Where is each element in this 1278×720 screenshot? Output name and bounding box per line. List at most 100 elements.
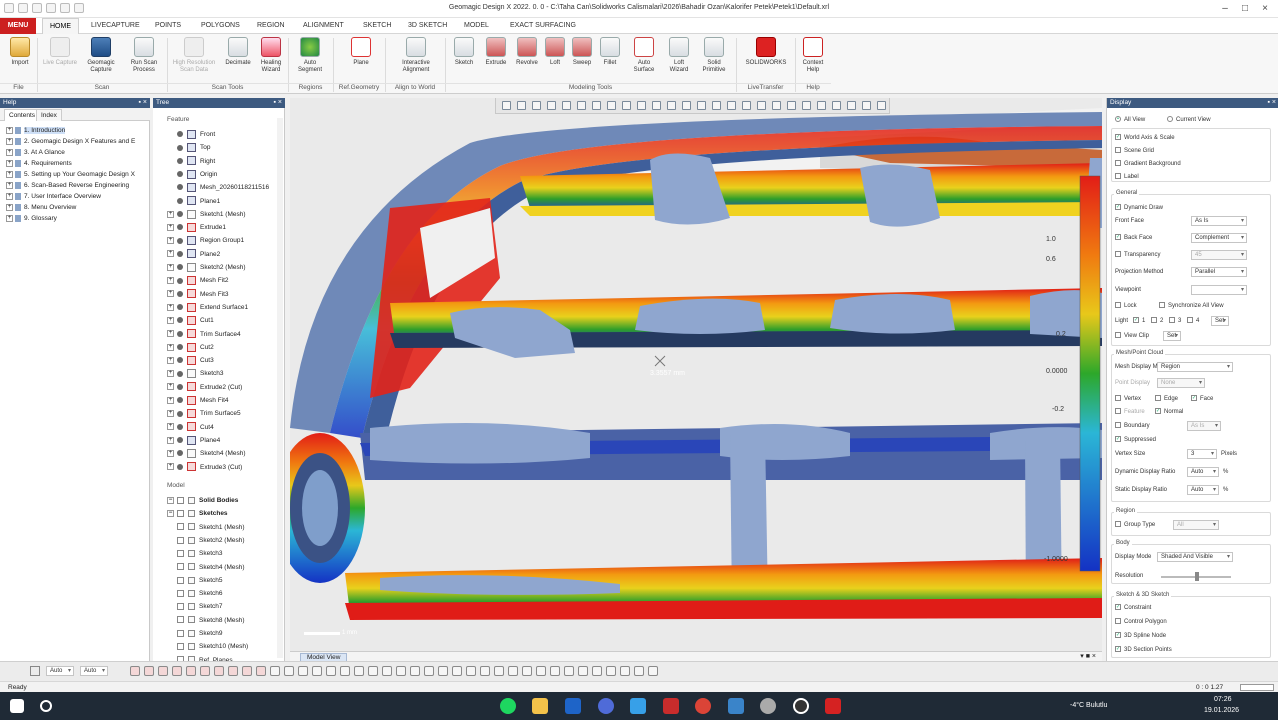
visibility-icon[interactable] — [177, 423, 183, 430]
selection-filter-icon[interactable] — [298, 666, 308, 676]
tab-model-view[interactable]: Model View — [300, 653, 348, 661]
tree-feature-item[interactable]: + Sketch1 (Mesh) — [167, 209, 246, 220]
expand-icon[interactable]: + — [167, 370, 174, 378]
vertex-checkbox[interactable]: Vertex — [1115, 395, 1141, 404]
static-ratio-select[interactable]: Auto — [1187, 485, 1219, 495]
selection-filter-icon[interactable] — [200, 666, 210, 676]
solidworks-button[interactable]: SOLIDWORKS — [740, 37, 792, 83]
selection-filter-icon[interactable] — [452, 666, 462, 676]
auto-select-1[interactable]: Auto — [46, 666, 74, 676]
selection-filter-icon[interactable] — [382, 666, 392, 676]
model-tree-item[interactable]: − Solid Bodies — [167, 495, 238, 506]
model-tree-item[interactable]: Sketch10 (Mesh) — [177, 641, 248, 652]
selection-filter-icon[interactable] — [368, 666, 378, 676]
mesh-mode-select[interactable]: Region — [1157, 362, 1233, 372]
app-icon[interactable] — [793, 698, 809, 714]
plane-button[interactable]: Plane — [344, 37, 378, 83]
tree-feature-item[interactable]: Front — [167, 129, 215, 140]
selection-filter-icon[interactable] — [620, 666, 630, 676]
visibility-icon[interactable] — [177, 224, 183, 231]
interactive-alignment-button[interactable]: Interactive Alignment — [392, 37, 440, 83]
view-tool-icon[interactable] — [517, 101, 526, 110]
tree-feature-item[interactable]: + Cut4 — [167, 422, 214, 433]
tree-feature-item[interactable]: + Plane4 — [167, 435, 220, 446]
world-axis-checkbox[interactable]: ✓ World Axis & Scale — [1115, 134, 1175, 143]
help-item[interactable]: +8. Menu Overview — [6, 203, 76, 213]
collapse-icon[interactable]: − — [167, 510, 174, 518]
selection-filter-icon[interactable] — [312, 666, 322, 676]
normal-checkbox[interactable]: ✓ Normal — [1155, 408, 1183, 417]
expand-icon[interactable]: + — [167, 316, 174, 324]
view-tool-icon[interactable] — [607, 101, 616, 110]
visibility-icon[interactable] — [177, 370, 183, 377]
light-3-checkbox[interactable]: 3 — [1169, 317, 1181, 326]
tree-feature-item[interactable]: + Extrude3 (Cut) — [167, 462, 242, 473]
pin-icon[interactable]: ▪ × — [273, 98, 282, 108]
light-4-checkbox[interactable]: 4 — [1187, 317, 1199, 326]
live-capture-button[interactable]: Live Capture — [40, 37, 80, 83]
selection-filter-icon[interactable] — [410, 666, 420, 676]
expand-icon[interactable]: + — [167, 263, 174, 271]
tree-feature-item[interactable]: + Plane2 — [167, 249, 220, 260]
vertex-size-select[interactable]: 3 — [1187, 449, 1217, 459]
checkbox-icon[interactable] — [177, 643, 184, 651]
selection-filter-icon[interactable] — [592, 666, 602, 676]
visibility-icon[interactable] — [177, 171, 183, 178]
visibility-icon[interactable] — [177, 317, 183, 324]
checkbox-icon[interactable] — [177, 616, 184, 624]
design-x-icon[interactable] — [825, 698, 841, 714]
viewpoint-select[interactable] — [1191, 285, 1247, 295]
boundary-checkbox[interactable]: Boundary — [1115, 422, 1150, 431]
expand-icon[interactable]: + — [6, 159, 13, 167]
view-tool-icon[interactable] — [562, 101, 571, 110]
expand-icon[interactable]: + — [6, 126, 13, 134]
outlook-icon[interactable] — [565, 698, 581, 714]
view-tool-icon[interactable] — [862, 101, 871, 110]
selection-filter-icon[interactable] — [564, 666, 574, 676]
context-help-button[interactable]: Context Help — [798, 37, 828, 83]
visibility-icon[interactable] — [177, 237, 183, 244]
sync-checkbox[interactable]: Synchronize All View — [1159, 302, 1224, 311]
control-polygon-checkbox[interactable]: Control Polygon — [1115, 618, 1167, 627]
view-tool-icon[interactable] — [727, 101, 736, 110]
expand-icon[interactable]: + — [167, 423, 174, 431]
light-1-checkbox[interactable]: ✓ 1 — [1133, 317, 1145, 326]
visibility-icon[interactable] — [177, 184, 183, 191]
light-2-checkbox[interactable]: 2 — [1151, 317, 1163, 326]
expand-icon[interactable]: + — [6, 214, 13, 222]
maximize-icon[interactable]: □ — [1238, 2, 1252, 15]
checkbox-icon[interactable] — [177, 603, 184, 611]
tree-feature-item[interactable]: + Mesh Fit3 — [167, 289, 229, 300]
tab-alignment[interactable]: ALIGNMENT — [296, 18, 351, 34]
visibility-icon[interactable] — [177, 197, 183, 204]
visibility-icon[interactable] — [177, 157, 183, 164]
help-item[interactable]: +4. Requirements — [6, 159, 72, 169]
tab-exact-surfacing[interactable]: EXACT SURFACING — [503, 18, 583, 34]
fillet-button[interactable]: Fillet — [597, 37, 623, 83]
all-view-radio[interactable]: • All View — [1115, 116, 1145, 125]
select-mode-icon[interactable] — [30, 666, 40, 676]
import-button[interactable]: Import — [4, 37, 36, 83]
spotify-icon[interactable] — [500, 698, 516, 714]
expand-icon[interactable]: + — [167, 463, 174, 471]
view-tool-icon[interactable] — [772, 101, 781, 110]
selection-filter-icon[interactable] — [522, 666, 532, 676]
section-points-checkbox[interactable]: ✓ 3D Section Points — [1115, 646, 1172, 655]
view-tool-icon[interactable] — [757, 101, 766, 110]
visibility-icon[interactable] — [177, 250, 183, 257]
selection-filter-icon[interactable] — [578, 666, 588, 676]
checkbox-icon[interactable] — [177, 510, 184, 518]
tree-feature-item[interactable]: Top — [167, 142, 210, 153]
extrude-button[interactable]: Extrude — [481, 37, 511, 83]
visibility-icon[interactable] — [177, 304, 183, 311]
selection-filter-icon[interactable] — [214, 666, 224, 676]
selection-filter-icon[interactable] — [130, 666, 140, 676]
chrome-icon[interactable] — [695, 698, 711, 714]
lock-checkbox[interactable]: Lock — [1115, 302, 1137, 311]
help-item[interactable]: +6. Scan-Based Reverse Engineering — [6, 181, 129, 191]
visibility-icon[interactable] — [177, 397, 183, 404]
tab-region[interactable]: REGION — [250, 18, 292, 34]
selection-filter-icon[interactable] — [396, 666, 406, 676]
body-mode-select[interactable]: Shaded And Visible — [1157, 552, 1233, 562]
tab-points[interactable]: POINTS — [148, 18, 188, 34]
